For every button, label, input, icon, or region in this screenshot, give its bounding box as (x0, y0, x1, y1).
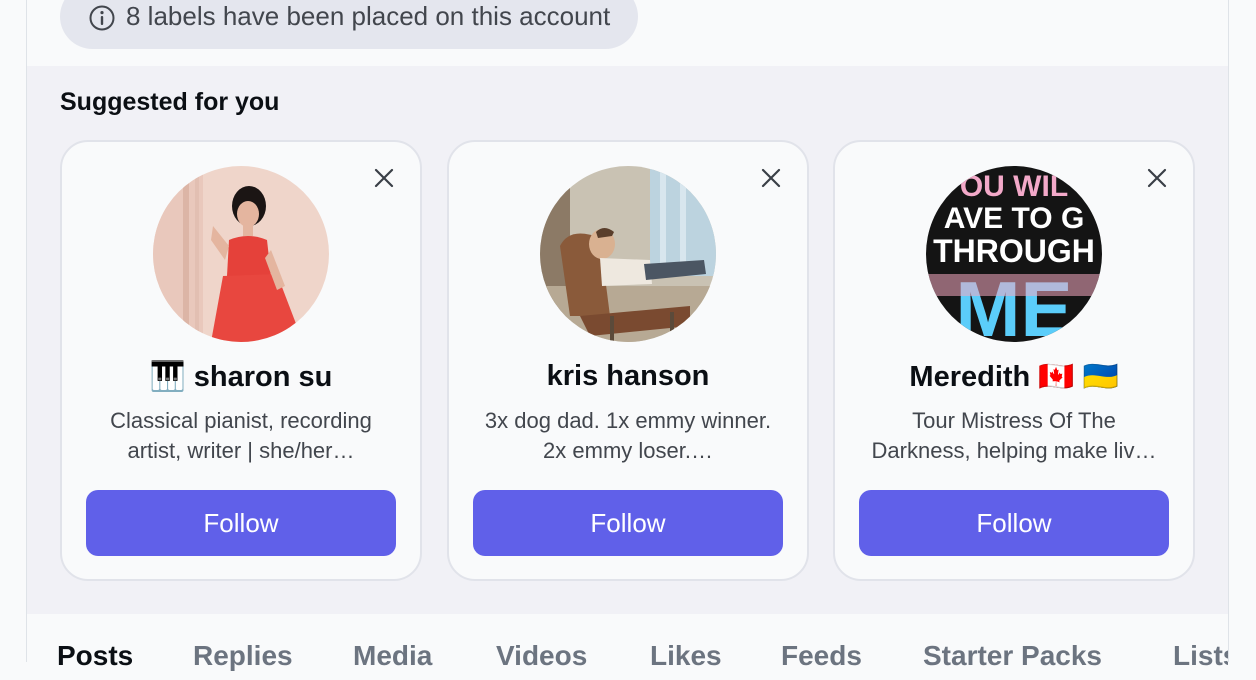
suggestion-name[interactable]: 🎹 sharon su (62, 360, 420, 394)
follow-button[interactable]: Follow (473, 490, 783, 556)
suggestion-card[interactable]: OU WIL AVE TO G THROUGH ME Meredith 🇨🇦 🇺… (833, 140, 1195, 581)
suggestion-name[interactable]: Meredith 🇨🇦 🇺🇦 (835, 360, 1193, 394)
avatar[interactable]: OU WIL AVE TO G THROUGH ME (926, 166, 1102, 342)
avatar[interactable] (153, 166, 329, 342)
avatar[interactable] (540, 166, 716, 342)
profile-tabs: Posts Replies Media Videos Likes Feeds S… (27, 640, 1228, 680)
info-icon (89, 5, 115, 30)
suggested-for-you-section: Suggested for you 🎹 sharon su Classical (27, 66, 1228, 614)
profile-column: 8 labels have been placed on this accoun… (26, 0, 1229, 671)
section-title: Suggested for you (60, 88, 280, 116)
labels-notice-text: 8 labels have been placed on this accoun… (126, 1, 611, 31)
suggestion-card[interactable]: kris hanson 3x dog dad. 1x emmy winner. … (447, 140, 809, 581)
follow-button[interactable]: Follow (859, 490, 1169, 556)
avatar-text-line: THROUGH (933, 233, 1095, 269)
close-icon[interactable] (759, 166, 783, 190)
tab-replies[interactable]: Replies (193, 640, 293, 672)
suggestion-name[interactable]: kris hanson (449, 360, 807, 393)
tab-starter-packs[interactable]: Starter Packs (923, 640, 1102, 672)
tab-media[interactable]: Media (353, 640, 432, 672)
tab-posts[interactable]: Posts (57, 640, 133, 672)
suggestion-bio: Tour Mistress Of The Darkness, helping m… (871, 408, 1157, 463)
suggestion-bio: Classical pianist, recording artist, wri… (110, 408, 372, 463)
tab-videos[interactable]: Videos (496, 640, 587, 672)
avatar-text-line: OU WIL (960, 170, 1068, 203)
suggestion-bio: 3x dog dad. 1x emmy winner. 2x emmy lose… (484, 408, 772, 463)
tab-lists[interactable]: Lists (1173, 640, 1228, 672)
tab-feeds[interactable]: Feeds (781, 640, 862, 672)
close-icon[interactable] (372, 166, 396, 190)
follow-button[interactable]: Follow (86, 490, 396, 556)
labels-notice[interactable]: 8 labels have been placed on this accoun… (60, 0, 639, 49)
tab-likes[interactable]: Likes (650, 640, 722, 672)
avatar-text-line: AVE TO G (944, 202, 1085, 235)
close-icon[interactable] (1145, 166, 1169, 190)
suggestion-card[interactable]: 🎹 sharon su Classical pianist, recording… (60, 140, 422, 581)
